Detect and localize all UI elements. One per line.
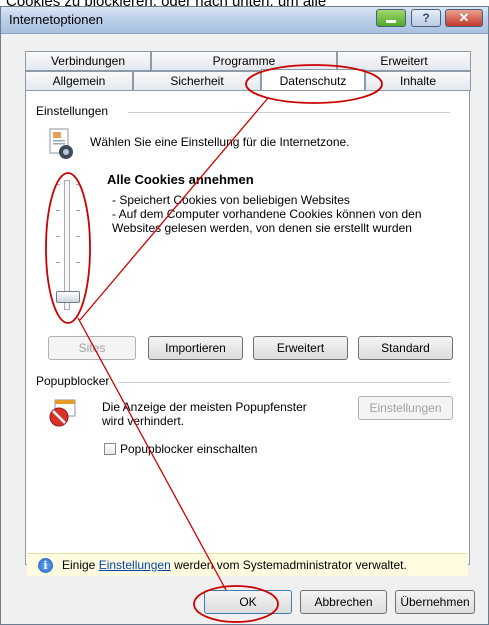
tab-label: Sicherheit xyxy=(170,74,224,88)
privacy-desc-line-3: Websites gelesen werden, von denen sie e… xyxy=(112,221,412,235)
slider-tick xyxy=(76,184,80,185)
popup-text-line-1: Die Anzeige der meisten Popupfenster xyxy=(102,400,307,414)
slider-tick xyxy=(76,262,80,263)
button-label: OK xyxy=(239,595,257,609)
privacy-level-slider-thumb[interactable] xyxy=(56,291,80,303)
zone-monitor-icon xyxy=(48,128,78,164)
settings-group-label: Einstellungen xyxy=(36,104,109,118)
window-title: Internetoptionen xyxy=(9,12,103,27)
tab-label: Programme xyxy=(212,54,276,68)
popup-group-label: Popupblocker xyxy=(36,374,110,388)
popup-blocker-icon xyxy=(48,398,78,428)
tab-label: Allgemein xyxy=(52,74,106,88)
minimize-button[interactable] xyxy=(376,9,406,27)
info-settings-link[interactable]: Einstellungen xyxy=(99,558,171,572)
import-button[interactable]: Importieren xyxy=(148,336,243,360)
popup-group-line xyxy=(118,382,450,383)
tab-label: Datenschutz xyxy=(279,73,347,88)
button-label: Abbrechen xyxy=(314,595,373,609)
tab-inhalte[interactable]: Inhalte xyxy=(365,71,471,91)
slider-tick xyxy=(56,210,60,211)
tab-programme[interactable]: Programme xyxy=(151,51,337,71)
info-icon: i xyxy=(38,557,53,573)
popup-checkbox-label[interactable]: Popupblocker einschalten xyxy=(120,442,257,456)
privacy-level-title: Alle Cookies annehmen xyxy=(107,172,254,187)
close-button[interactable]: ✕ xyxy=(445,9,483,27)
tab-datenschutz[interactable]: Datenschutz xyxy=(261,69,365,91)
info-bar: i Einige Einstellungen werden vom System… xyxy=(27,553,468,576)
button-label: Einstellungen xyxy=(369,401,442,415)
tab-allgemein[interactable]: Allgemein xyxy=(25,71,133,91)
tab-label: Erweitert xyxy=(380,54,428,68)
slider-tick xyxy=(56,262,60,263)
settings-group-line xyxy=(128,112,450,113)
tab-sicherheit[interactable]: Sicherheit xyxy=(133,71,261,91)
privacy-panel xyxy=(25,90,470,565)
privacy-desc-line-1: - Speichert Cookies von beliebigen Websi… xyxy=(112,193,350,207)
info-text-post: werden vom Systemadministrator verwaltet… xyxy=(170,558,407,572)
default-button[interactable]: Standard xyxy=(358,336,453,360)
privacy-desc-line-2: - Auf dem Computer vorhandene Cookies kö… xyxy=(112,207,422,221)
button-label: Sites xyxy=(78,341,106,355)
ok-button[interactable]: OK xyxy=(204,590,292,614)
popup-settings-button[interactable]: Einstellungen xyxy=(358,396,453,420)
minimize-icon xyxy=(386,19,396,23)
help-icon: ? xyxy=(422,11,430,25)
slider-tick xyxy=(76,236,80,237)
tab-label: Verbindungen xyxy=(50,54,126,68)
button-label: Erweitert xyxy=(276,341,325,355)
tab-label: Inhalte xyxy=(399,74,437,88)
slider-tick xyxy=(56,236,60,237)
tab-erweitert[interactable]: Erweitert xyxy=(337,51,471,71)
cancel-button[interactable]: Abbrechen xyxy=(300,590,387,614)
slider-tick xyxy=(76,210,80,211)
sites-button[interactable]: Sites xyxy=(48,336,136,360)
advanced-button[interactable]: Erweitert xyxy=(253,336,348,360)
close-icon: ✕ xyxy=(458,10,470,25)
info-text-pre: Einige xyxy=(62,558,99,572)
title-bar[interactable]: Internetoptionen ? ✕ xyxy=(1,7,488,34)
button-label: Importieren xyxy=(165,341,226,355)
button-label: Standard xyxy=(381,341,430,355)
slider-tick xyxy=(56,184,60,185)
help-button[interactable]: ? xyxy=(411,9,441,27)
apply-button[interactable]: Übernehmen xyxy=(395,590,475,614)
button-label: Übernehmen xyxy=(400,595,470,609)
popup-blocker-checkbox[interactable] xyxy=(104,443,116,455)
tab-verbindungen[interactable]: Verbindungen xyxy=(25,51,151,71)
popup-text-line-2: wird verhindert. xyxy=(102,414,185,428)
zone-instruction-text: Wählen Sie eine Einstellung für die Inte… xyxy=(90,135,350,149)
